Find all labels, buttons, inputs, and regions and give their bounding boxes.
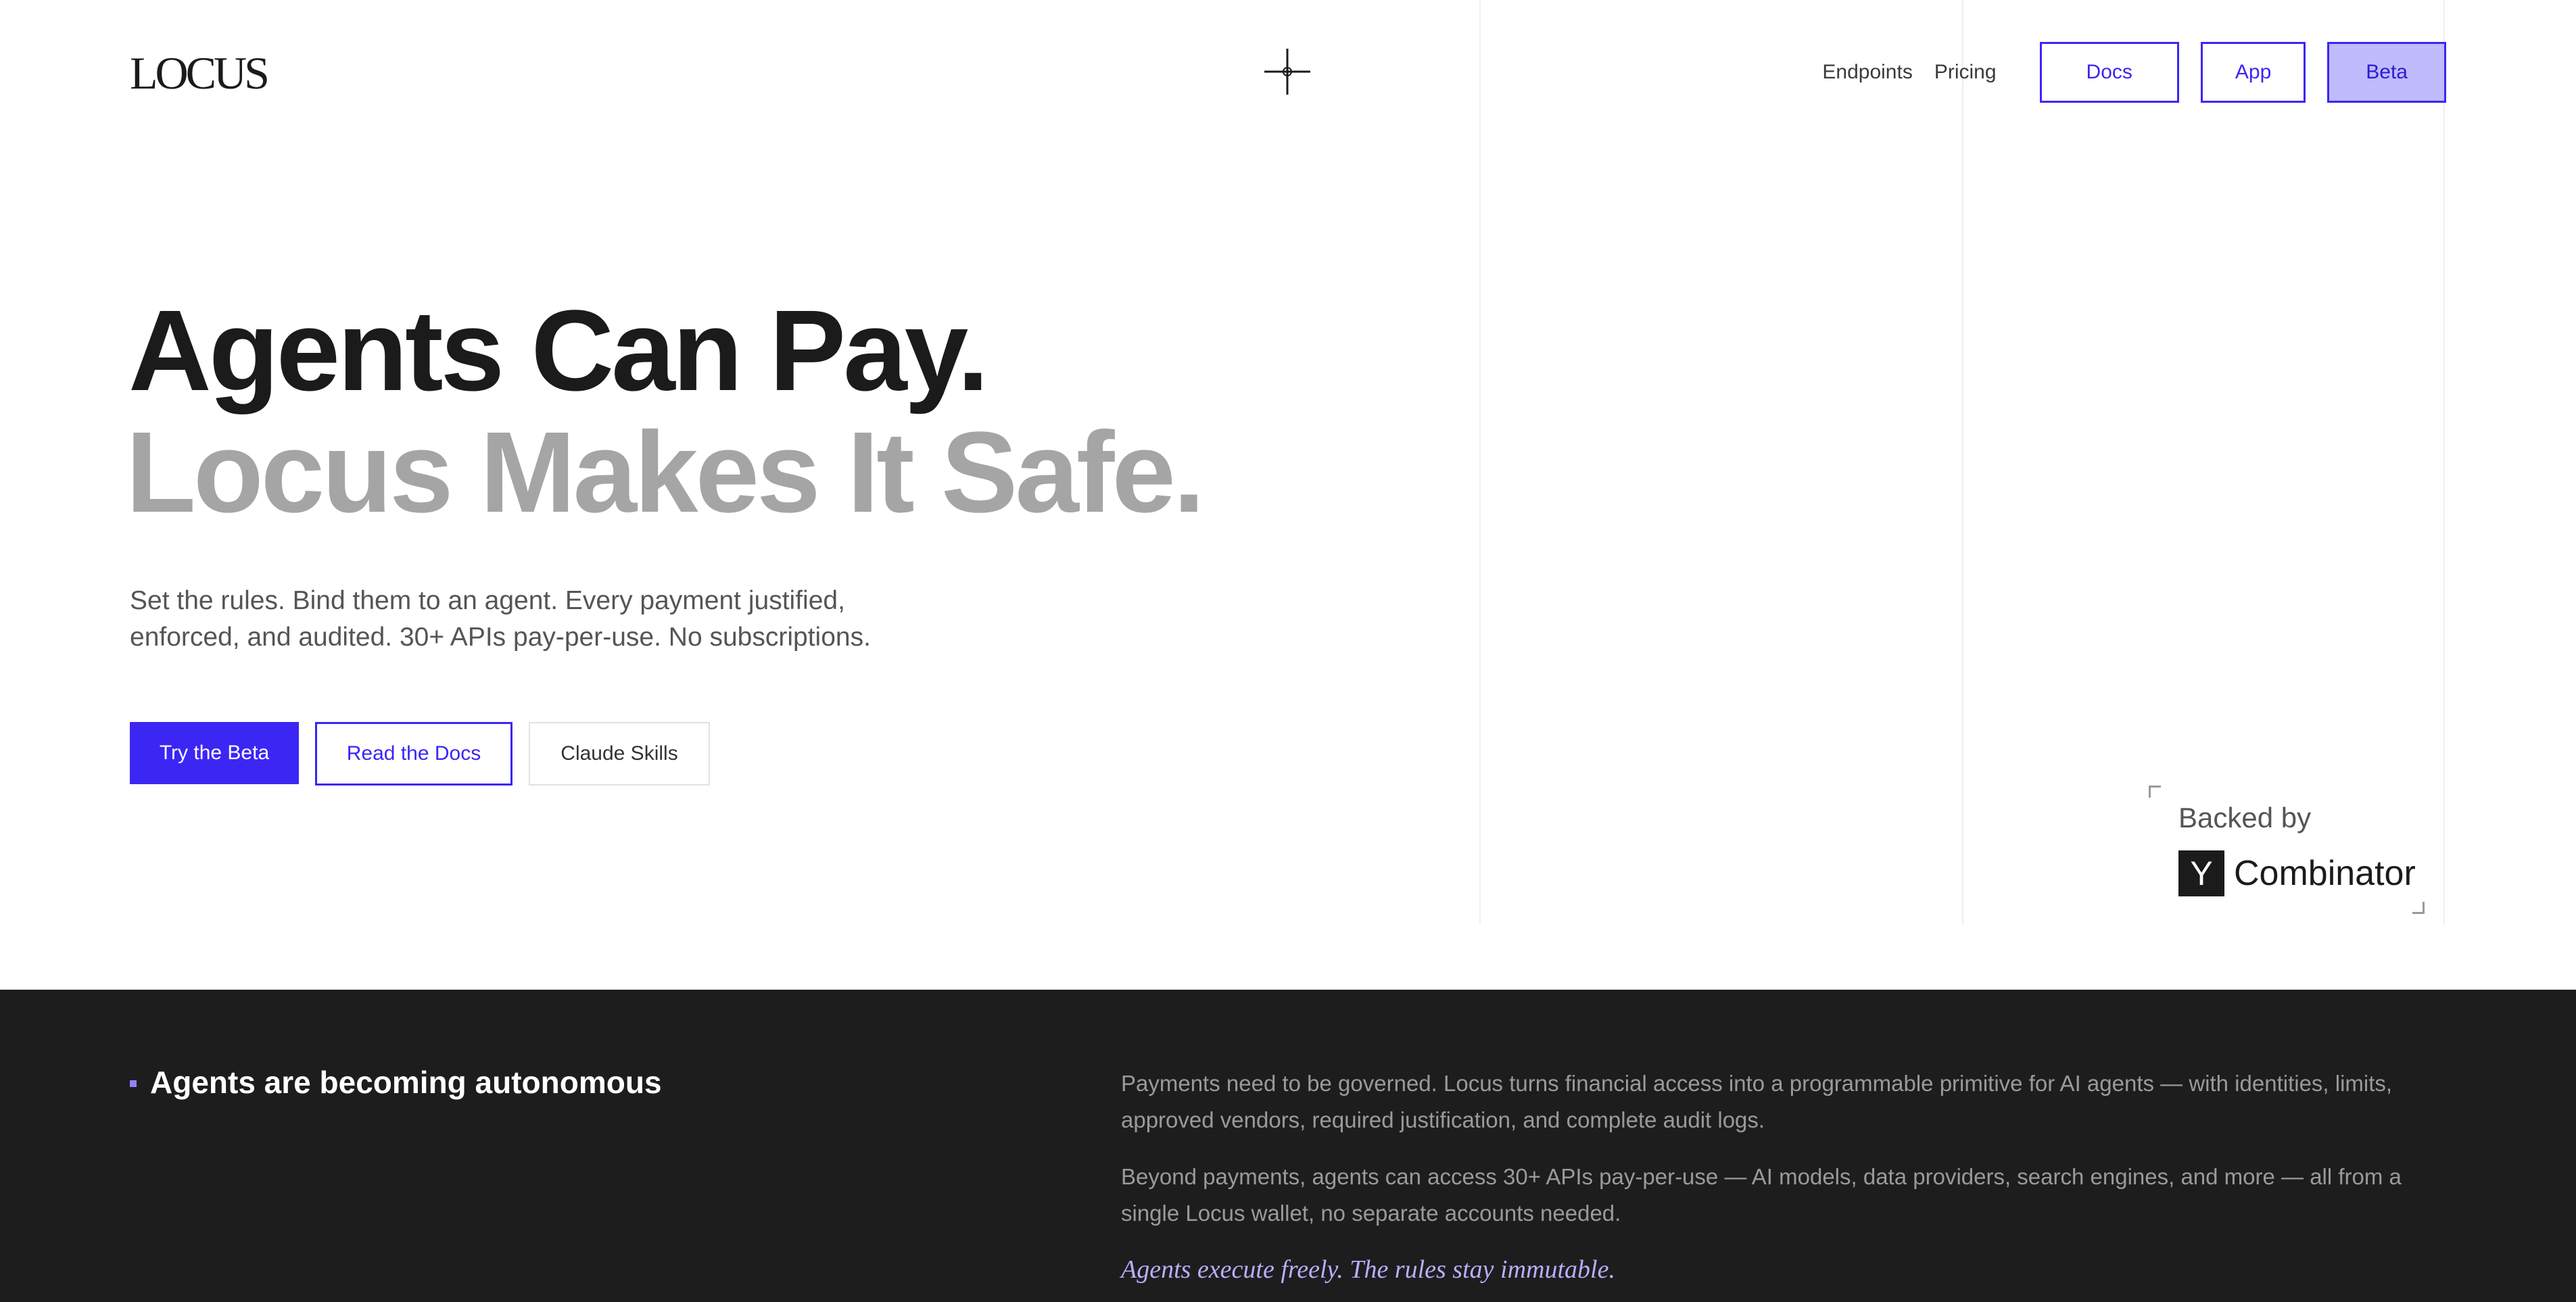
yc-logo: Y Combinator xyxy=(2178,850,2416,896)
hero-description: Set the rules. Bind them to an agent. Ev… xyxy=(130,586,871,652)
crosshair-icon xyxy=(1264,49,1310,95)
grid-line xyxy=(1962,0,1963,925)
section-paragraph-apis: Beyond payments, agents can access 30+ A… xyxy=(1121,1164,2402,1226)
section-quote: Agents execute freely. The rules stay im… xyxy=(1121,1255,1615,1284)
autonomous-section: Agents are becoming autonomous Payments … xyxy=(0,990,2576,1302)
yc-logo-icon: Y xyxy=(2178,850,2224,896)
corner-bracket-decoration xyxy=(2412,902,2425,914)
grid-line xyxy=(2443,0,2445,925)
hero-subtitle: Locus Makes It Safe. xyxy=(126,408,1205,537)
try-the-beta-button[interactable]: Try the Beta xyxy=(130,722,299,784)
section-heading: Agents are becoming autonomous xyxy=(150,1065,662,1100)
nav-endpoints-link[interactable]: Endpoints xyxy=(1822,42,1912,103)
section-paragraph-governance: Payments need to be governed. Locus turn… xyxy=(1121,1071,2393,1132)
read-the-docs-button[interactable]: Read the Docs xyxy=(315,722,512,786)
nav-docs-button[interactable]: Docs xyxy=(2039,42,2179,103)
nav-app-button[interactable]: App xyxy=(2200,42,2306,103)
corner-bracket-decoration xyxy=(2149,786,2161,798)
nav-pricing-link[interactable]: Pricing xyxy=(1934,42,1997,103)
locus-logo[interactable]: LOCUS xyxy=(130,49,270,97)
yc-wordmark: Combinator xyxy=(2234,854,2416,893)
backed-by-label: Backed by xyxy=(2178,802,2312,834)
grid-line xyxy=(1479,0,1481,925)
claude-skills-button[interactable]: Claude Skills xyxy=(529,722,710,786)
landing-page: LOCUS Endpoints Pricing Docs App Beta Ag… xyxy=(0,0,2576,1302)
hero-title: Agents Can Pay. xyxy=(128,287,989,415)
top-nav: Endpoints Pricing Docs App Beta xyxy=(1822,42,2446,103)
bullet-icon xyxy=(130,1080,137,1087)
nav-beta-button[interactable]: Beta xyxy=(2327,42,2446,103)
